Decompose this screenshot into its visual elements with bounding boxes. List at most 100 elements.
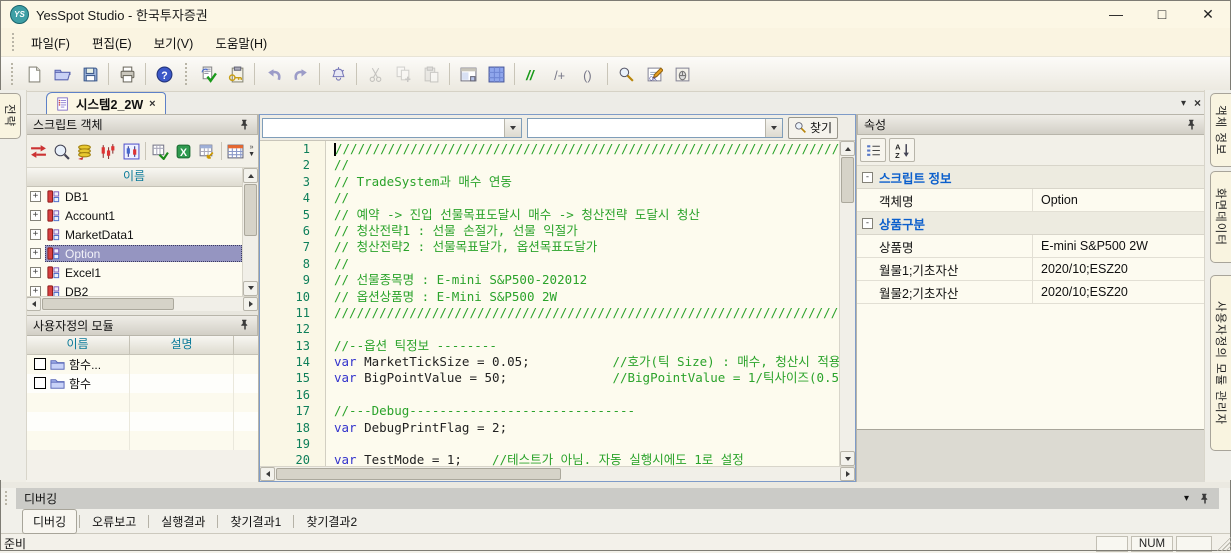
pin-icon[interactable]	[239, 319, 251, 331]
property-row[interactable]: 월물2;기초자산 2020/10;ESZ20	[857, 281, 1205, 304]
module-checkbox[interactable]	[34, 358, 46, 370]
tree-vertical-scrollbar[interactable]	[242, 168, 258, 296]
scroll-down-icon[interactable]	[840, 451, 855, 466]
scroll-left-icon[interactable]	[260, 467, 275, 481]
cut-button[interactable]	[361, 61, 389, 87]
debug-tab-1[interactable]: 오류보고	[82, 510, 146, 533]
toolbar-overflow-button[interactable]: »▼	[248, 144, 257, 158]
open-folder-button[interactable]	[48, 61, 76, 87]
calendar-grid-button[interactable]	[225, 139, 247, 163]
collapse-minus-icon[interactable]: -	[862, 172, 873, 183]
property-row[interactable]: 상품명 E-mini S&P500 2W	[857, 235, 1205, 258]
code-line[interactable]: 4 //	[260, 190, 840, 206]
code-line[interactable]: 6 // 청산전략1 : 선물 손절가, 선물 익절가	[260, 223, 840, 239]
code-line[interactable]: 15 var BigPointValue = 50; //BigPointVal…	[260, 370, 840, 386]
link-arrows-button[interactable]	[27, 139, 49, 163]
expand-plus-icon[interactable]: +	[30, 229, 41, 240]
scroll-right-icon[interactable]	[243, 297, 258, 311]
module-checkbox[interactable]	[34, 377, 46, 389]
editor-vertical-scrollbar[interactable]	[839, 141, 855, 466]
scroll-thumb[interactable]	[42, 298, 174, 310]
code-line[interactable]: 12	[260, 321, 840, 337]
save-button[interactable]	[76, 61, 104, 87]
property-row[interactable]: 월물1;기초자산 2020/10;ESZ20	[857, 258, 1205, 281]
chevron-down-icon[interactable]	[765, 119, 782, 137]
tree-horizontal-scrollbar[interactable]	[26, 296, 258, 311]
search-doc-button[interactable]	[50, 139, 72, 163]
code-line[interactable]: 8 //	[260, 256, 840, 272]
scroll-thumb[interactable]	[841, 157, 854, 203]
parentheses-button[interactable]: ()	[575, 61, 603, 87]
minimize-button[interactable]: —	[1093, 0, 1139, 28]
property-category[interactable]: -상품구분	[857, 212, 1205, 235]
tree-name-column-header[interactable]: 이름	[26, 168, 243, 187]
sort-az-button[interactable]: AZ	[889, 138, 915, 162]
find-magnifier-button[interactable]	[612, 61, 640, 87]
tree-item-db2[interactable]: + DB2	[26, 282, 243, 296]
scroll-up-icon[interactable]	[840, 141, 855, 156]
debug-dropdown-icon[interactable]: ▾	[1184, 493, 1189, 504]
object-combo[interactable]	[262, 118, 522, 138]
excel-button[interactable]: X	[172, 139, 194, 163]
find-button[interactable]: 찾기	[788, 117, 838, 139]
property-value[interactable]: 2020/10;ESZ20	[1033, 258, 1205, 280]
tree-item-account1[interactable]: + Account1	[26, 206, 243, 225]
table-import-button[interactable]	[196, 139, 218, 163]
event-combo[interactable]	[527, 118, 783, 138]
property-value[interactable]: E-mini S&P500 2W	[1033, 235, 1205, 257]
right-dock-tab[interactable]: 사용자정의 모듈 관리자	[1210, 275, 1231, 451]
code-line[interactable]: 10 // 옵션상품명 : E-Mini S&P500 2W	[260, 289, 840, 305]
comment-lines-button[interactable]: //	[519, 61, 547, 87]
code-line[interactable]: 1 //////////////////////////////////////…	[260, 141, 840, 157]
print-button[interactable]	[113, 61, 141, 87]
code-line[interactable]: 11 /////////////////////////////////////…	[260, 305, 840, 321]
scroll-right-icon[interactable]	[840, 467, 855, 481]
debug-tab-4[interactable]: 찾기결과2	[296, 510, 367, 533]
debug-tab-0[interactable]: 디버깅	[22, 509, 77, 534]
code-line[interactable]: 2 //	[260, 157, 840, 173]
categorized-button[interactable]	[860, 138, 886, 162]
code-line[interactable]: 13 //--옵션 틱정보 --------	[260, 338, 840, 354]
scroll-up-icon[interactable]	[243, 168, 258, 183]
tree-item-excel1[interactable]: + Excel1	[26, 263, 243, 282]
code-line[interactable]: 20 var TestMode = 1; //테스트가 아님. 자동 실행시에도…	[260, 452, 840, 466]
coins-button[interactable]	[74, 139, 96, 163]
object-browser-button[interactable]	[668, 61, 696, 87]
scroll-thumb[interactable]	[244, 184, 257, 236]
collapse-minus-icon[interactable]: -	[862, 218, 873, 229]
close-button[interactable]: ✕	[1185, 0, 1231, 28]
split-window-button[interactable]	[454, 61, 482, 87]
property-category[interactable]: -스크립트 정보	[857, 166, 1205, 189]
property-value[interactable]: 2020/10;ESZ20	[1033, 281, 1205, 303]
chevron-down-icon[interactable]	[504, 119, 521, 137]
tree-item-marketdata1[interactable]: + MarketData1	[26, 225, 243, 244]
tabstrip-close-icon[interactable]: ×	[1194, 96, 1201, 110]
debug-tab-2[interactable]: 실행결과	[151, 510, 215, 533]
menu-item-2[interactable]: 보기(V)	[143, 29, 205, 56]
alarm-bell-button[interactable]	[324, 61, 352, 87]
expand-plus-icon[interactable]: +	[30, 210, 41, 221]
candle-chart-button[interactable]	[97, 139, 119, 163]
pin-icon[interactable]	[1199, 493, 1211, 505]
left-dock-tab[interactable]: 전략	[0, 93, 21, 139]
code-line[interactable]: 17 //---Debug---------------------------…	[260, 403, 840, 419]
tab-system2-2w[interactable]: 시스템2_2W ×	[46, 92, 166, 114]
resize-grip[interactable]	[1216, 536, 1231, 551]
code-line[interactable]: 5 // 예약 -> 진입 선물목표도달시 매수 -> 청산전략 도달시 청산	[260, 207, 840, 223]
key-clipboard-button[interactable]	[222, 61, 250, 87]
pin-icon[interactable]	[239, 119, 251, 131]
column-header-1[interactable]: 설명	[130, 336, 234, 354]
expand-plus-icon[interactable]: +	[30, 191, 41, 202]
script-check-button[interactable]	[194, 61, 222, 87]
expand-plus-icon[interactable]: +	[30, 286, 41, 296]
right-dock-tab[interactable]: 화면데이터	[1210, 171, 1231, 263]
new-document-button[interactable]	[20, 61, 48, 87]
right-dock-tab[interactable]: 객체 정보	[1210, 93, 1231, 167]
debug-tab-3[interactable]: 찾기결과1	[220, 510, 291, 533]
module-row[interactable]: 함수	[26, 374, 258, 393]
code-line[interactable]: 7 // 청산전략2 : 선물목표달가, 옵션목표도달가	[260, 239, 840, 255]
comment-add-button[interactable]: /+	[547, 61, 575, 87]
code-line[interactable]: 18 var DebugPrintFlag = 2;	[260, 420, 840, 436]
expand-plus-icon[interactable]: +	[30, 267, 41, 278]
scroll-down-icon[interactable]	[243, 281, 258, 296]
